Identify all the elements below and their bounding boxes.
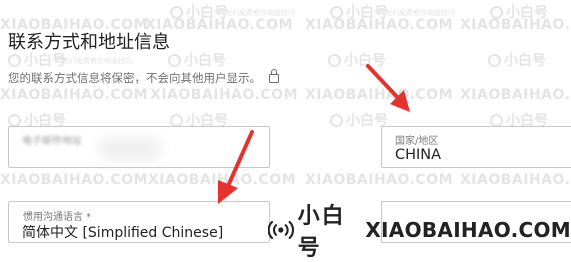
arrow-to-country-icon <box>366 64 410 112</box>
email-field-label: 电子邮件地址 <box>22 136 82 147</box>
privacy-note: 您的联系方式信息将保密，不会向其他用户显示。 <box>8 69 279 86</box>
lock-icon <box>269 69 279 83</box>
watermark-latin: XIAOBAIHAO.COM <box>305 87 454 103</box>
redacted-blur <box>100 138 160 160</box>
watermark-latin: XIAOBAIHAO.COM <box>460 172 571 188</box>
watermark-brand: 小白号 <box>170 2 228 22</box>
watermark-sub: 我们免费教你电脑技巧 <box>62 57 132 65</box>
watermark-brand: 小白号 <box>328 50 386 70</box>
watermark-brand: 小白号 <box>488 50 546 70</box>
broadcast-signal-icon <box>268 220 294 240</box>
watermark-latin: XIAOBAIHAO.COM <box>305 17 454 33</box>
privacy-note-text: 您的联系方式信息将保密，不会向其他用户显示。 <box>8 71 261 85</box>
watermark-latin: XIAOBAIHAO.COM <box>305 172 454 188</box>
watermark-brand: 小白号 <box>330 110 388 130</box>
watermark-latin: XIAOBAIHAO.COM <box>0 172 149 188</box>
watermark-latin: XIAOBAIHAO.COM <box>150 87 299 103</box>
watermark-latin: XIAOBAIHAO.COM <box>460 17 571 33</box>
watermark-sub: 我们免费教你电脑技巧 <box>385 9 455 17</box>
section-title: 联系方式和地址信息 <box>8 32 170 53</box>
watermark-sub: 我们免费教你电脑技巧 <box>225 9 295 17</box>
brand-name: 小白号 <box>297 204 346 261</box>
watermark-latin: XIAOBAIHAO.COM <box>148 172 297 188</box>
watermark-latin: XIAOBAIHAO.COM <box>460 87 571 103</box>
watermark-brand: 小白号 <box>168 50 226 70</box>
language-field-value: 简体中文 [Simplified Chinese] <box>22 225 224 241</box>
watermark-latin: XIAOBAIHAO.COM <box>0 87 149 103</box>
watermark-brand: 小白号 <box>330 2 388 22</box>
country-field-value: CHINA <box>395 147 442 163</box>
country-field[interactable]: 国家/地区 CHINA <box>381 126 571 168</box>
country-field-label: 国家/地区 <box>395 136 439 147</box>
brand-domain: XIAOBAIHAO.COM <box>365 218 571 242</box>
language-field[interactable]: 惯用沟通语言 * 简体中文 [Simplified Chinese] <box>8 201 270 243</box>
watermark-brand: 小白号 <box>490 2 548 22</box>
language-field-label: 惯用沟通语言 * <box>23 212 92 223</box>
brand-logo: 小白号 XIAOBAIHAO.COM <box>268 204 571 261</box>
